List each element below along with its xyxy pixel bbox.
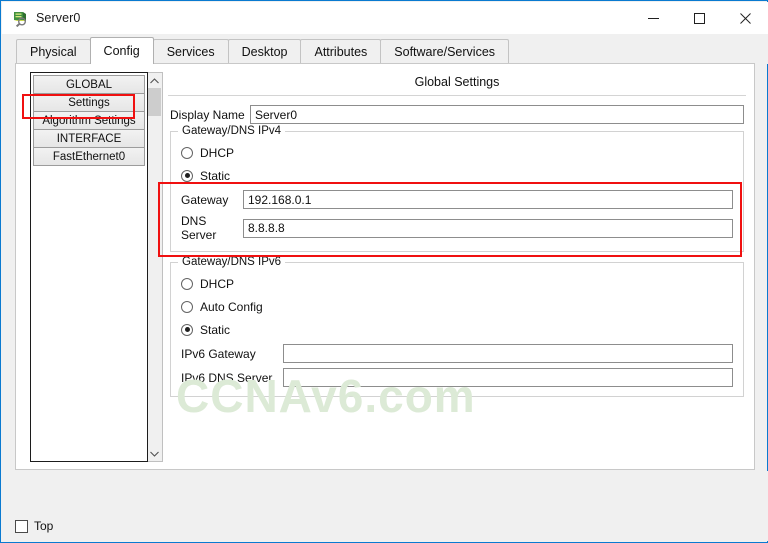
scrollbar-thumb[interactable] [148, 88, 161, 116]
top-checkbox-box[interactable] [15, 519, 28, 533]
tab-services[interactable]: Services [152, 39, 229, 64]
tab-bar: Physical Config Services Desktop Attribu… [2, 34, 768, 64]
ipv6-dhcp-label: DHCP [200, 276, 235, 291]
sidebar-item-label: Algorithm Settings [42, 114, 136, 127]
title-bar: Server0 [2, 2, 768, 34]
ipv6-dns-label: IPv6 DNS Server [181, 370, 273, 385]
tab-label: Software/Services [394, 45, 496, 59]
sidebar-item-settings[interactable]: Settings [33, 93, 145, 112]
ipv6-static-label: Static [200, 322, 231, 337]
ipv6-gateway-label: IPv6 Gateway [181, 346, 256, 361]
ipv4-static-row[interactable]: Static [181, 166, 733, 185]
config-content-panel: GLOBAL Settings Algorithm Settings INTER… [15, 63, 755, 470]
display-name-row: Display Name Server0 [170, 105, 744, 124]
ipv6-autoconfig-row[interactable]: Auto Config [181, 297, 733, 316]
ipv6-dns-input[interactable] [283, 368, 733, 387]
scroll-down-icon[interactable] [148, 446, 161, 461]
config-tree-panel: GLOBAL Settings Algorithm Settings INTER… [30, 72, 148, 462]
ipv4-dns-input[interactable]: 8.8.8.8 [243, 218, 733, 238]
maximize-button[interactable] [676, 2, 722, 34]
scroll-up-icon[interactable] [148, 73, 161, 88]
close-button[interactable] [722, 2, 768, 34]
tab-physical[interactable]: Physical [16, 39, 91, 64]
ipv4-dhcp-label: DHCP [200, 145, 235, 160]
ipv6-gateway-input[interactable] [283, 344, 733, 363]
window-title: Server0 [36, 11, 81, 25]
server-config-window: Server0 Physical Config Services Desktop… [0, 0, 768, 543]
ipv4-static-label: Static [200, 168, 231, 183]
display-name-input[interactable]: Server0 [250, 105, 744, 124]
ipv4-gateway-input[interactable]: 192.168.0.1 [243, 190, 733, 209]
tab-label: Config [103, 44, 140, 58]
ipv4-dhcp-row[interactable]: DHCP [181, 143, 733, 162]
sidebar-item-fastethernet0[interactable]: FastEthernet0 [33, 147, 145, 166]
tab-label: Services [166, 45, 215, 59]
ipv6-gateway-row: IPv6 Gateway [181, 344, 733, 363]
ipv6-dns-row: IPv6 DNS Server [181, 368, 733, 387]
top-checkbox-label: Top [34, 519, 54, 533]
sidebar-item-label: GLOBAL [65, 78, 113, 91]
top-checkbox[interactable]: Top [15, 519, 53, 533]
ipv4-dhcp-radio[interactable] [181, 146, 193, 159]
server-device-icon [11, 9, 29, 28]
window-controls [630, 2, 768, 34]
ipv4-gateway-label: Gateway [181, 192, 229, 207]
tab-config[interactable]: Config [89, 37, 154, 64]
sidebar-item-label: Settings [68, 96, 110, 109]
page-title: Global Settings [414, 75, 500, 89]
sidebar-item-label: FastEthernet0 [52, 150, 126, 163]
ipv6-static-radio[interactable] [181, 323, 193, 336]
sidebar-scrollbar[interactable] [148, 72, 163, 462]
tab-label: Attributes [314, 45, 368, 59]
ipv6-group-legend: Gateway/DNS IPv6 [178, 256, 286, 268]
tab-desktop[interactable]: Desktop [227, 39, 302, 64]
ipv4-dns-row: DNS Server 8.8.8.8 [181, 214, 733, 242]
tab-label: Desktop [241, 45, 288, 59]
ipv6-dhcp-row[interactable]: DHCP [181, 274, 733, 293]
ipv4-gateway-row: Gateway 192.168.0.1 [181, 190, 733, 209]
window-footer: Top [2, 471, 768, 541]
ipv6-autoconfig-radio[interactable] [181, 300, 193, 313]
title-divider [168, 95, 746, 96]
display-name-label: Display Name [170, 107, 245, 122]
gateway-dns-ipv4-group: Gateway/DNS IPv4 DHCP Static Gateway 192… [170, 125, 744, 252]
sidebar-item-interface[interactable]: INTERFACE [33, 129, 145, 148]
ipv6-static-row[interactable]: Static [181, 320, 733, 339]
global-settings-pane: Global Settings Display Name Server0 Gat… [166, 70, 748, 462]
ipv6-autoconfig-label: Auto Config [200, 299, 263, 314]
tab-label: Physical [30, 45, 77, 59]
ipv4-group-legend: Gateway/DNS IPv4 [178, 125, 286, 137]
ipv4-static-radio[interactable] [181, 169, 193, 182]
tab-software-services[interactable]: Software/Services [380, 39, 510, 64]
sidebar-item-global[interactable]: GLOBAL [33, 75, 145, 94]
sidebar-item-label: INTERFACE [56, 132, 122, 145]
ipv4-dns-label: DNS Server [181, 214, 217, 242]
tab-attributes[interactable]: Attributes [300, 39, 382, 64]
ipv6-dhcp-radio[interactable] [181, 277, 193, 290]
sidebar-item-algorithm-settings[interactable]: Algorithm Settings [33, 111, 145, 130]
minimize-button[interactable] [630, 2, 676, 34]
gateway-dns-ipv6-group: Gateway/DNS IPv6 DHCP Auto Config Static… [170, 256, 744, 397]
